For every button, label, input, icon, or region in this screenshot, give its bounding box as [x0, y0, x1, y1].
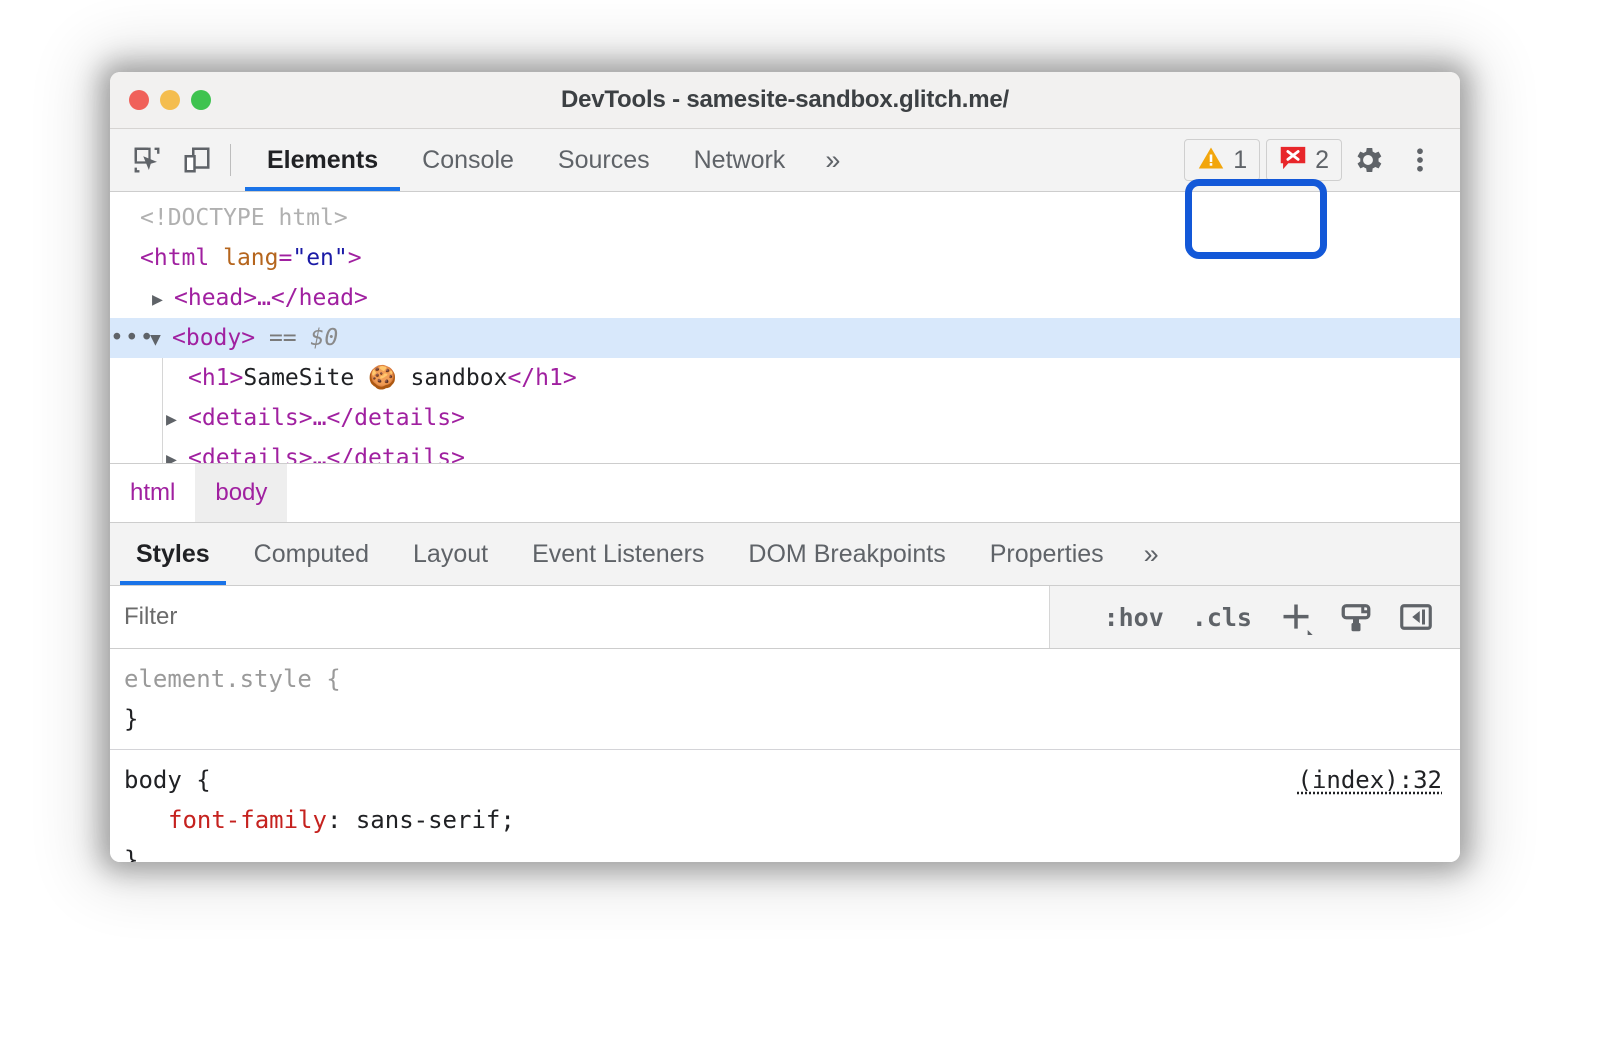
- warning-triangle-icon: [1197, 144, 1225, 177]
- tab-styles[interactable]: Styles: [114, 523, 232, 585]
- dom-node-head[interactable]: ▶<head>…</head>: [110, 278, 1460, 318]
- toggle-class-button[interactable]: .cls: [1180, 597, 1264, 638]
- breadcrumb: html body: [110, 464, 1460, 523]
- rule-open-brace: {: [326, 665, 340, 693]
- expand-triangle-icon[interactable]: ▶: [166, 400, 188, 440]
- rule-selector-line: element.style {: [124, 659, 1460, 699]
- dom-node-html[interactable]: <html lang="en">: [110, 238, 1460, 278]
- declaration-property[interactable]: font-family: [124, 806, 327, 834]
- rule-selector[interactable]: element.style: [124, 665, 312, 693]
- tab-network[interactable]: Network: [672, 129, 808, 191]
- gear-icon[interactable]: [1342, 137, 1394, 183]
- window-titlebar: DevTools - samesite-sandbox.glitch.me/: [110, 72, 1460, 129]
- dom-node-details-1[interactable]: ▶<details>…</details>: [110, 398, 1460, 438]
- rule-close-line: }: [124, 840, 1460, 862]
- warning-count: 1: [1233, 146, 1247, 175]
- tab-properties[interactable]: Properties: [968, 523, 1126, 585]
- error-counter-button[interactable]: 2: [1266, 139, 1342, 181]
- warning-counter-button[interactable]: 1: [1184, 139, 1260, 181]
- screenshot-stage: DevTools - samesite-sandbox.glitch.me/: [0, 0, 1616, 1038]
- window-title: DevTools - samesite-sandbox.glitch.me/: [110, 86, 1460, 114]
- dom-tree-panel[interactable]: <!DOCTYPE html> <html lang="en"> ▶<head>…: [110, 192, 1460, 464]
- expand-triangle-icon[interactable]: ▶: [152, 280, 174, 320]
- declaration-value[interactable]: sans-serif: [356, 806, 501, 834]
- filter-placeholder: Filter: [124, 603, 177, 631]
- collapse-triangle-icon[interactable]: ▼: [150, 320, 172, 360]
- error-count: 2: [1315, 146, 1329, 175]
- styles-filter-bar: Filter :hov .cls: [110, 586, 1460, 649]
- dom-node-details-2[interactable]: ▶<details>…</details>: [110, 438, 1460, 464]
- more-panels-chevron-icon[interactable]: »: [807, 129, 855, 191]
- more-style-panes-chevron-icon[interactable]: »: [1126, 523, 1174, 585]
- inspect-element-icon[interactable]: [126, 139, 168, 181]
- tab-event-listeners[interactable]: Event Listeners: [510, 523, 726, 585]
- filter-input[interactable]: Filter: [110, 586, 1050, 648]
- filter-bar-actions: :hov .cls: [1050, 593, 1460, 641]
- stylesheet-source-link[interactable]: (index):32: [1298, 760, 1443, 800]
- toolbar-divider: [230, 144, 231, 176]
- plus-icon[interactable]: [1268, 593, 1324, 641]
- styles-pane-tabs: Styles Computed Layout Event Listeners D…: [110, 523, 1460, 586]
- tab-layout[interactable]: Layout: [391, 523, 510, 585]
- tab-dom-breakpoints[interactable]: DOM Breakpoints: [726, 523, 967, 585]
- panel-tabs: Elements Console Sources Network »: [245, 129, 855, 191]
- rule-selector[interactable]: body: [124, 766, 182, 794]
- rule-selector-line: body {: [124, 760, 1460, 800]
- tab-sources[interactable]: Sources: [536, 129, 672, 191]
- device-toolbar-icon[interactable]: [176, 139, 218, 181]
- tab-computed[interactable]: Computed: [232, 523, 391, 585]
- style-rule-body[interactable]: (index):32 body { font-family: sans-seri…: [110, 750, 1460, 862]
- toolbar-right-group: 1 2: [1184, 129, 1446, 191]
- tab-console[interactable]: Console: [400, 129, 536, 191]
- dom-node-body-selected[interactable]: •••▼<body> == $0: [110, 318, 1460, 358]
- devtools-window: DevTools - samesite-sandbox.glitch.me/: [110, 72, 1460, 862]
- expand-triangle-icon[interactable]: ▶: [166, 440, 188, 464]
- styles-rules-list: element.style { } (index):32 body { font…: [110, 649, 1460, 862]
- breadcrumb-item-body[interactable]: body: [195, 464, 287, 522]
- dom-node-doctype[interactable]: <!DOCTYPE html>: [110, 198, 1460, 238]
- devtools-main-toolbar: Elements Console Sources Network » 1: [110, 129, 1460, 192]
- breadcrumb-item-html[interactable]: html: [110, 464, 195, 522]
- error-message-icon: [1279, 144, 1307, 177]
- show-sidebar-icon[interactable]: [1388, 593, 1444, 641]
- rule-close-line: }: [124, 699, 1460, 739]
- rule-open-brace: {: [196, 766, 210, 794]
- kebab-menu-icon[interactable]: [1394, 137, 1446, 183]
- tab-elements[interactable]: Elements: [245, 129, 400, 191]
- dom-node-h1[interactable]: <h1>SameSite 🍪 sandbox</h1>: [110, 358, 1460, 398]
- declaration-font-family[interactable]: font-family: sans-serif;: [124, 800, 1460, 840]
- toggle-pseudo-states-button[interactable]: :hov: [1092, 597, 1176, 638]
- print-style-icon[interactable]: [1328, 593, 1384, 641]
- style-rule-element-style[interactable]: element.style { }: [110, 649, 1460, 750]
- node-badge-dots[interactable]: •••: [110, 318, 150, 358]
